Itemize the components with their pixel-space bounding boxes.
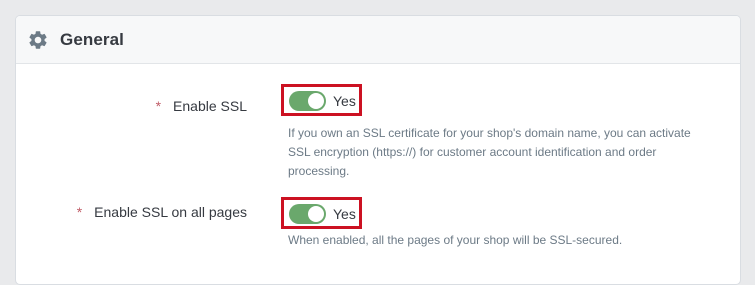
required-marker: * <box>76 204 83 220</box>
highlight-box: Yes <box>281 197 362 229</box>
setting-label-text: Enable SSL <box>173 98 247 114</box>
help-text-enable-ssl-all-pages: When enabled, all the pages of your shop… <box>288 233 623 247</box>
required-marker: * <box>155 98 162 114</box>
toggle-knob <box>308 206 324 222</box>
toggle-state-label: Yes <box>333 93 356 109</box>
panel-header: General <box>16 16 740 64</box>
highlight-box: Yes <box>281 84 362 116</box>
toggle-knob <box>308 93 324 109</box>
setting-label-text: Enable SSL on all pages <box>94 204 247 220</box>
help-text-enable-ssl: If you own an SSL certificate for your s… <box>288 126 691 178</box>
general-panel: General * Enable SSL Yes If you own an SS… <box>15 15 741 285</box>
setting-label-enable-ssl: * Enable SSL <box>156 98 247 114</box>
setting-label-enable-ssl-all-pages: * Enable SSL on all pages <box>77 204 247 220</box>
panel-title: General <box>60 29 125 49</box>
toggle-state-label: Yes <box>333 206 356 222</box>
enable-ssl-all-pages-toggle[interactable] <box>289 204 326 224</box>
enable-ssl-toggle[interactable] <box>289 91 326 111</box>
gear-icon <box>27 29 49 51</box>
